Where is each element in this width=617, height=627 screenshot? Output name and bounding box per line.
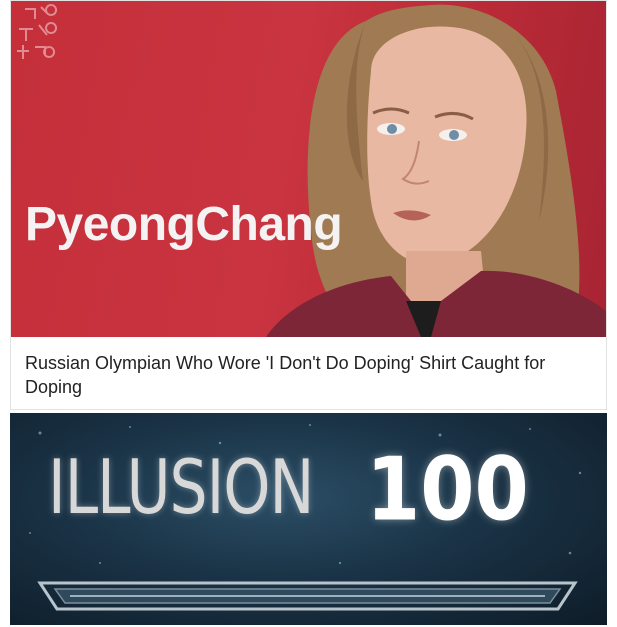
olympics-brand-text: PyeongChang [25,198,343,251]
news-card[interactable]: PyeongChang Russian Olympian Who Wore 'I… [10,0,607,410]
article-headline[interactable]: Russian Olympian Who Wore 'I Don't Do Do… [25,351,585,399]
skill-level: 100 [366,440,529,541]
skill-name: ILLUSION [48,444,314,532]
skill-bar-frame [37,581,578,611]
article-photo [11,1,606,337]
athlete-photo-illustration [17,4,606,337]
